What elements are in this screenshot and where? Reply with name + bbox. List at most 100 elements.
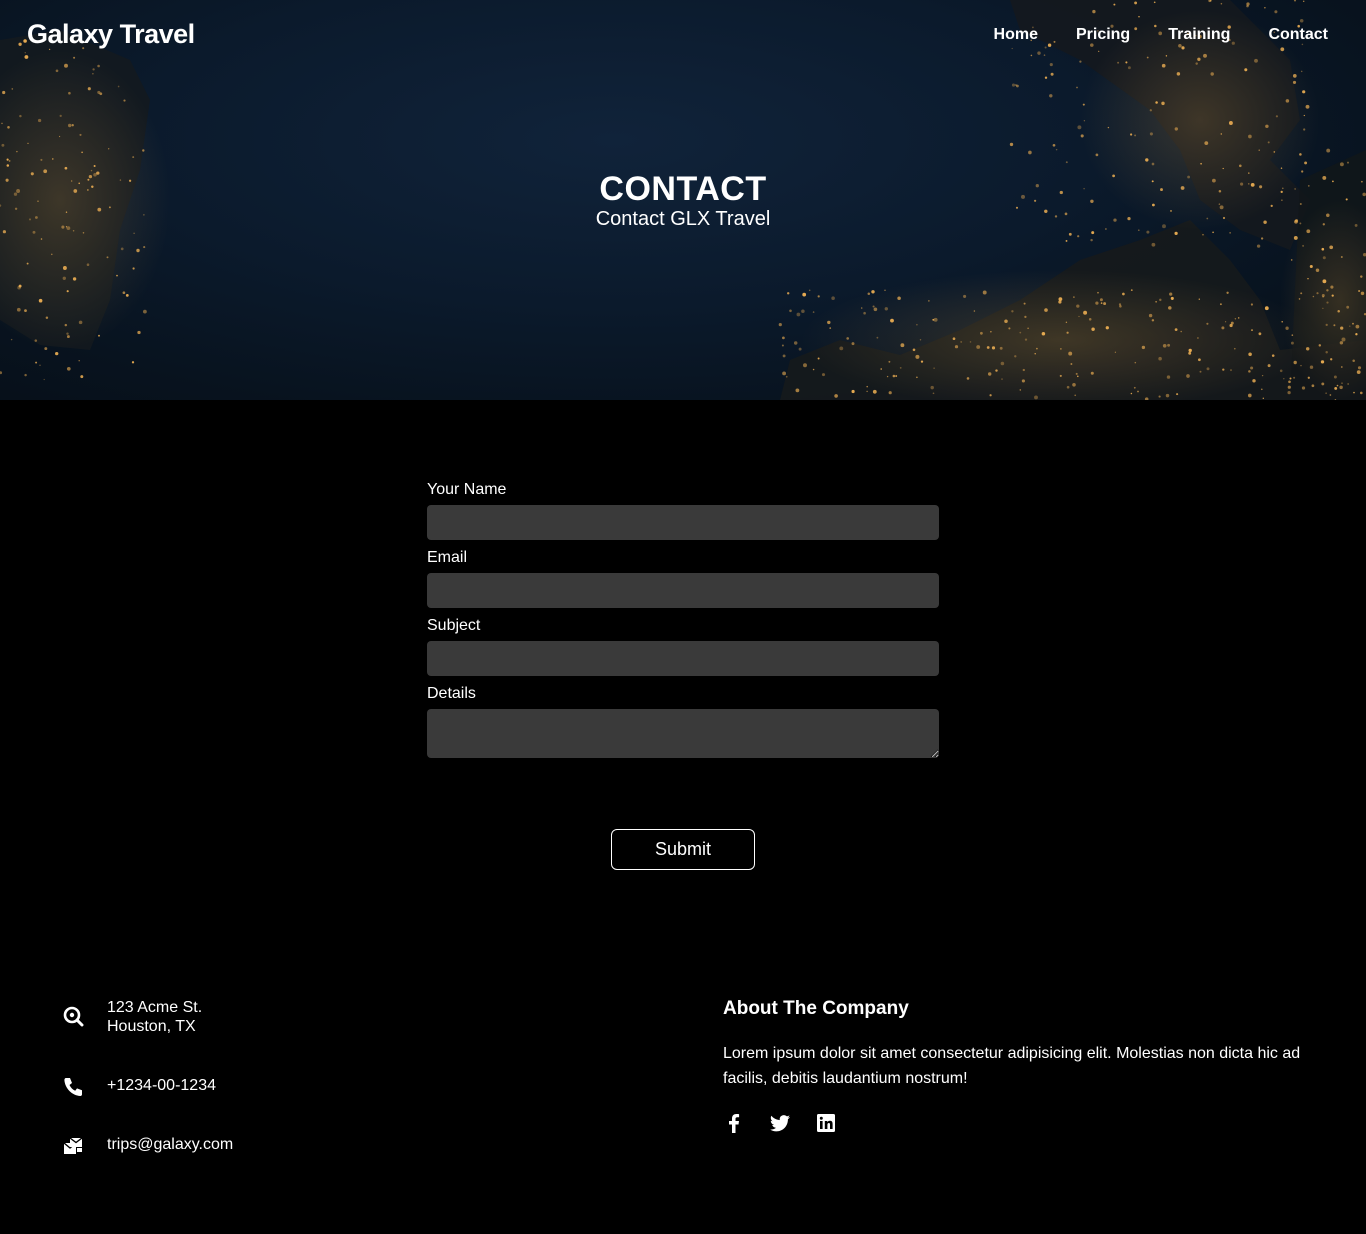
city-light	[1357, 366, 1362, 370]
city-light	[952, 337, 956, 341]
city-light	[1206, 322, 1209, 325]
city-light	[1141, 345, 1146, 350]
city-light	[989, 394, 992, 397]
city-light	[143, 246, 146, 249]
city-light	[916, 323, 918, 326]
city-light	[1199, 370, 1202, 373]
city-light	[873, 307, 878, 312]
city-light	[787, 292, 790, 295]
city-light	[982, 290, 987, 295]
city-light	[884, 289, 886, 291]
city-light	[1262, 397, 1264, 399]
city-light	[782, 371, 787, 376]
city-light	[1311, 384, 1315, 388]
city-light	[79, 133, 82, 136]
city-light	[821, 373, 826, 377]
city-light	[1302, 244, 1305, 247]
phone-icon	[64, 1078, 82, 1096]
city-light	[1281, 321, 1283, 323]
city-light	[1289, 377, 1292, 380]
city-light	[7, 126, 10, 129]
submit-button[interactable]: Submit	[611, 829, 755, 870]
city-light	[1044, 76, 1048, 79]
city-light	[81, 151, 83, 154]
city-light	[1356, 370, 1361, 374]
city-light	[1068, 351, 1073, 356]
city-light	[1198, 298, 1200, 300]
city-light	[1302, 0, 1305, 3]
city-light	[1305, 104, 1310, 109]
city-light	[1264, 7, 1266, 9]
city-light	[1134, 1, 1138, 5]
city-light	[1299, 18, 1304, 23]
city-light	[932, 392, 935, 395]
city-light	[1293, 360, 1297, 365]
nav-link-training[interactable]: Training	[1168, 26, 1230, 44]
city-light	[1254, 58, 1258, 63]
city-light	[1303, 114, 1305, 117]
city-light	[919, 339, 922, 341]
city-light	[1322, 279, 1327, 284]
city-light	[812, 311, 815, 313]
city-light	[72, 277, 77, 281]
city-light	[32, 230, 36, 234]
nav-link-pricing[interactable]: Pricing	[1076, 26, 1130, 44]
city-light	[973, 310, 976, 312]
subject-field-group: Subject	[427, 616, 939, 676]
city-light	[1169, 292, 1173, 296]
city-light	[1113, 3, 1116, 6]
city-light	[1060, 348, 1062, 350]
city-light	[778, 323, 782, 327]
city-light	[1167, 343, 1171, 347]
city-light	[1336, 384, 1339, 387]
nav-link-home[interactable]: Home	[994, 26, 1038, 44]
facebook-icon[interactable]	[723, 1112, 745, 1134]
city-light	[1261, 374, 1264, 377]
city-light	[1072, 383, 1076, 387]
city-light	[1321, 382, 1325, 386]
city-light	[880, 368, 882, 370]
city-light	[1355, 333, 1358, 336]
city-light	[1293, 376, 1296, 379]
city-light	[2, 90, 6, 95]
city-light	[1146, 56, 1149, 59]
city-light	[1252, 379, 1256, 383]
city-light	[1248, 370, 1251, 373]
city-light	[1246, 2, 1250, 6]
city-light	[24, 51, 27, 54]
city-light	[1165, 393, 1170, 398]
city-light	[888, 391, 892, 395]
city-light	[1023, 302, 1026, 305]
email-field-group: Email	[427, 548, 939, 608]
city-light	[928, 300, 930, 302]
linkedin-icon[interactable]	[815, 1112, 837, 1134]
city-light	[1133, 386, 1136, 389]
city-light	[899, 367, 902, 369]
city-light	[26, 262, 29, 265]
city-light	[1360, 291, 1365, 296]
city-light	[1168, 306, 1172, 310]
map-search-icon	[63, 1006, 84, 1027]
city-light	[64, 63, 68, 68]
city-light	[1138, 16, 1140, 18]
email-input[interactable]	[427, 573, 939, 608]
address-line1: 123 Acme St.	[107, 999, 203, 1016]
subject-input[interactable]	[427, 641, 939, 676]
email-text[interactable]: trips@galaxy.com	[107, 1135, 233, 1154]
city-light	[62, 266, 67, 270]
city-light	[1222, 167, 1224, 170]
nav-link-contact[interactable]: Contact	[1268, 26, 1328, 44]
details-textarea[interactable]	[427, 709, 939, 758]
city-light	[1358, 290, 1361, 292]
brand-logo[interactable]: Galaxy Travel	[27, 19, 195, 50]
city-light	[1107, 126, 1110, 129]
city-light	[43, 378, 45, 381]
city-light	[1275, 115, 1279, 118]
city-light	[1151, 242, 1156, 247]
city-light	[1279, 369, 1283, 373]
name-input[interactable]	[427, 505, 939, 540]
city-light	[117, 85, 120, 88]
city-light	[1065, 161, 1068, 164]
city-light	[846, 337, 850, 340]
twitter-icon[interactable]	[769, 1112, 791, 1134]
